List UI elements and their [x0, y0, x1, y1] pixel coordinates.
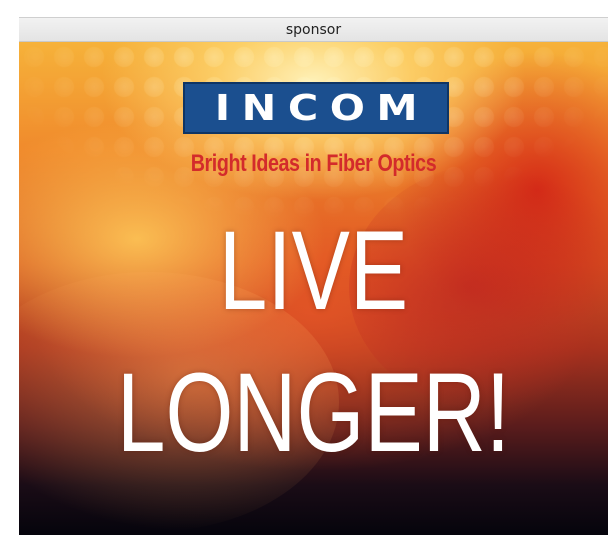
ad-headline-line2: LONGER!	[116, 350, 511, 475]
ad-headline-line1: LIVE	[218, 208, 409, 333]
incom-logo-text: INCOM	[214, 87, 429, 129]
sponsor-widget: sponsor INCOM Bright Ideas in Fiber Opti…	[0, 0, 608, 535]
sponsor-ad-banner[interactable]: INCOM Bright Ideas in Fiber Optics LIVE …	[19, 42, 608, 535]
ad-tagline: Bright Ideas in Fiber Optics	[190, 150, 437, 177]
sponsor-header-label: sponsor	[285, 21, 342, 38]
sponsor-header: sponsor	[19, 17, 608, 42]
incom-logo[interactable]: INCOM	[183, 82, 449, 134]
